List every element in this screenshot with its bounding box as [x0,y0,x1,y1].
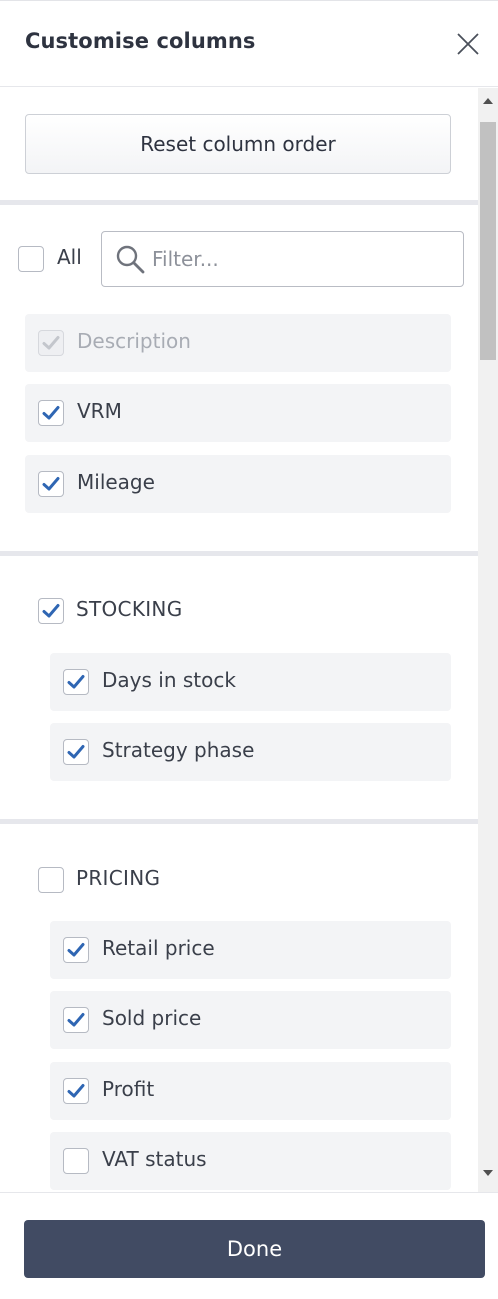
column-item-label: Mileage [77,470,155,494]
section-divider [0,819,478,824]
column-item-vrm[interactable]: VRM [25,384,451,442]
panel-footer: Done [0,1192,498,1299]
profit-checkbox[interactable] [63,1078,89,1104]
column-item-vat-status[interactable]: VAT status [50,1132,451,1190]
scrollbar-thumb[interactable] [480,122,496,360]
days-in-stock-checkbox[interactable] [63,669,89,695]
column-item-label: Profit [102,1077,155,1101]
panel-title: Customise columns [25,29,256,53]
group-label-pricing: PRICING [76,866,161,890]
column-item-strategy-phase[interactable]: Strategy phase [50,723,451,781]
all-checkbox[interactable] [18,246,44,272]
column-item-mileage[interactable]: Mileage [25,455,451,513]
search-icon [115,244,145,278]
vrm-checkbox[interactable] [38,400,64,426]
all-label: All [57,245,82,269]
pricing-group-checkbox[interactable] [38,867,64,893]
column-item-label: VAT status [102,1147,207,1171]
section-divider [0,551,478,556]
column-item-profit[interactable]: Profit [50,1062,451,1120]
column-item-label: VRM [77,399,122,423]
section-divider [0,200,478,205]
scrollbar[interactable] [478,88,498,1192]
stocking-group-checkbox[interactable] [38,598,64,624]
scroll-up-arrow-icon[interactable] [483,98,493,104]
column-item-label: Retail price [102,936,215,960]
vat-status-checkbox[interactable] [63,1148,89,1174]
reset-column-order-button[interactable]: Reset column order [25,114,451,174]
columns-scroll-area[interactable]: Reset column order All Description [0,88,478,1192]
panel-header: Customise columns [0,1,498,87]
mileage-checkbox[interactable] [38,471,64,497]
column-item-days-in-stock[interactable]: Days in stock [50,653,451,711]
column-item-label: Strategy phase [102,738,255,762]
retail-price-checkbox[interactable] [63,937,89,963]
close-icon[interactable] [452,28,484,60]
scroll-down-arrow-icon[interactable] [483,1170,493,1176]
column-item-label: Sold price [102,1006,202,1030]
column-item-label: Days in stock [102,668,236,692]
strategy-phase-checkbox[interactable] [63,739,89,765]
done-button[interactable]: Done [24,1220,485,1278]
filter-input[interactable] [152,244,452,274]
filter-field[interactable] [101,231,464,287]
description-checkbox [38,330,64,356]
customise-columns-panel: Customise columns Reset column order All [0,0,498,1299]
column-item-label: Description [77,329,191,353]
sold-price-checkbox[interactable] [63,1007,89,1033]
column-item-description: Description [25,314,451,372]
group-label-stocking: STOCKING [76,597,183,621]
column-item-retail-price[interactable]: Retail price [50,921,451,979]
column-item-sold-price[interactable]: Sold price [50,991,451,1049]
